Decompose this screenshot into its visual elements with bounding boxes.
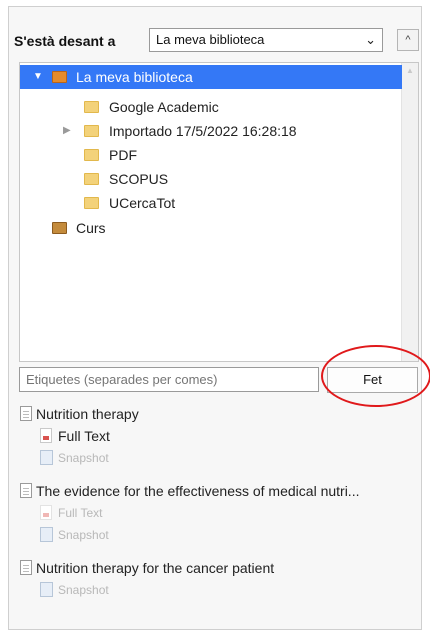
annotation-circle: [321, 345, 430, 407]
tags-input[interactable]: [19, 367, 319, 392]
library-select-value: La meva biblioteca: [156, 32, 265, 47]
tree-item-label: UCercaTot: [109, 195, 176, 211]
pdf-icon: [40, 428, 52, 443]
folder-icon: [84, 197, 99, 209]
snapshot-icon: [40, 450, 53, 465]
tree-item-label: Curs: [76, 220, 106, 236]
folder-icon: [84, 125, 99, 137]
folder-icon: [84, 173, 99, 185]
folder-icon: [84, 149, 99, 161]
saved-item-label: Nutrition therapy for the cancer patient: [36, 560, 275, 576]
chevron-down-icon: ⌄: [365, 32, 376, 47]
pdf-icon: [40, 505, 52, 520]
saved-item-label: Full Text: [58, 428, 110, 444]
collection-tree[interactable]: ▲ ▼ La meva biblioteca Google Academic ▶…: [19, 62, 419, 362]
tree-item-label: Google Academic: [109, 99, 219, 115]
collapsed-triangle-icon[interactable]: ▶: [63, 119, 71, 143]
saved-item-label: Snapshot: [58, 528, 109, 542]
expanded-triangle-icon[interactable]: ▼: [33, 65, 43, 89]
tree-item-label: PDF: [109, 147, 137, 163]
tree-item-label: Importado 17/5/2022 16:28:18: [109, 123, 297, 139]
saved-item-label: Nutrition therapy: [36, 406, 139, 422]
document-icon: [20, 483, 32, 498]
chevron-up-icon: ^: [405, 34, 411, 46]
collapse-tree-button[interactable]: ^: [397, 29, 419, 51]
snapshot-icon: [40, 527, 53, 542]
snapshot-icon: [40, 582, 53, 597]
tree-scrollbar[interactable]: ▲: [401, 63, 418, 361]
library-select[interactable]: La meva biblioteca ⌄: [149, 28, 383, 52]
saved-item-label: The evidence for the effectiveness of me…: [36, 483, 360, 499]
save-location-label: S'està desant a: [14, 33, 116, 49]
document-icon: [20, 560, 32, 575]
folder-icon: [84, 101, 99, 113]
tree-item-my-library[interactable]: ▼ La meva biblioteca: [20, 65, 402, 89]
library-folder-icon: [52, 71, 67, 83]
document-icon: [20, 406, 32, 421]
tree-item-label: La meva biblioteca: [76, 69, 193, 85]
tree-item-label: SCOPUS: [109, 171, 169, 187]
saved-item-label: Snapshot: [58, 451, 109, 465]
saved-item-label: Snapshot: [58, 583, 109, 597]
scroll-up-arrow-icon[interactable]: ▲: [406, 66, 414, 75]
library-folder-icon: [52, 222, 67, 234]
saved-item-label: Full Text: [58, 506, 103, 520]
